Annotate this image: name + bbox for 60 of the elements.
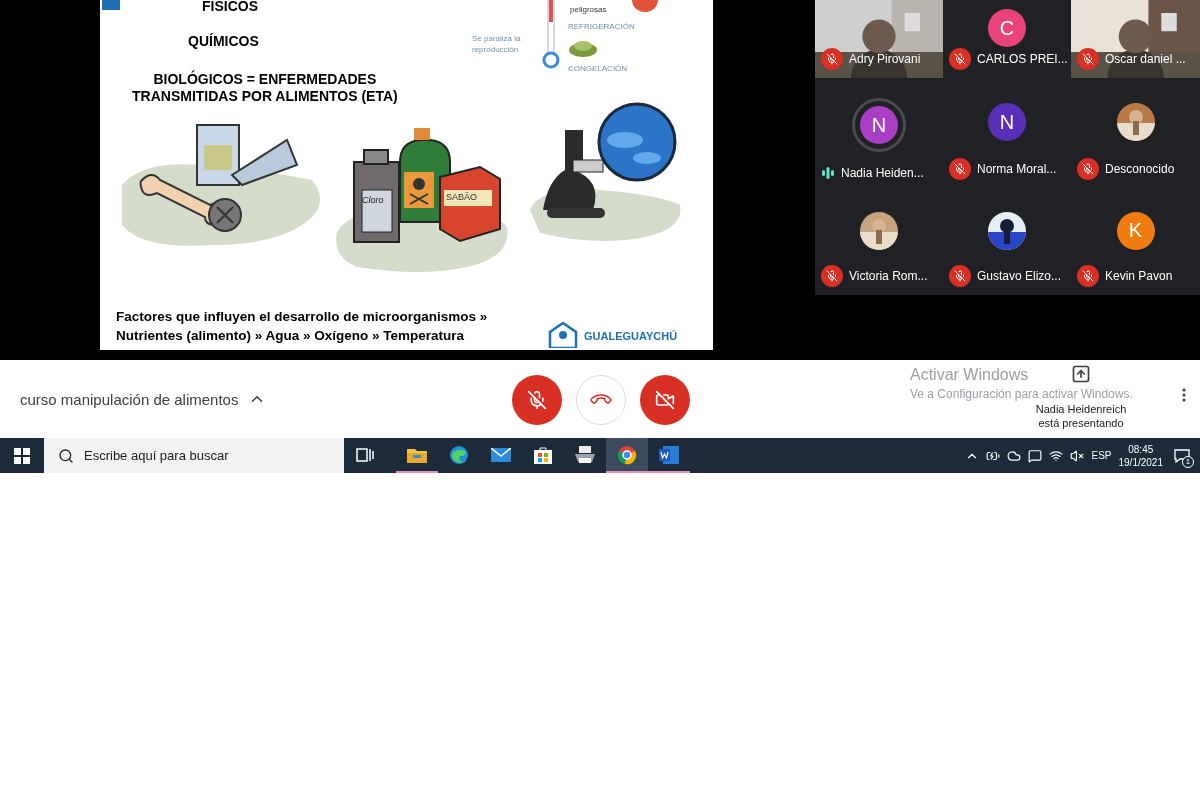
avatar: N bbox=[988, 103, 1026, 141]
mail-icon bbox=[491, 447, 511, 462]
participant-name: Victoria Rom... bbox=[849, 269, 928, 283]
hang-up-button[interactable] bbox=[576, 375, 626, 425]
slide-heading: BIOLÓGICOS = ENFERMEDADES TRANSMITIDAS POR ALIMENTOS (ETA) bbox=[132, 71, 398, 105]
mic-off-icon bbox=[527, 390, 547, 410]
camera-off-button[interactable] bbox=[640, 375, 690, 425]
participant-name: Nadia Heiden... bbox=[841, 166, 924, 180]
bottle-label: Cloro bbox=[362, 195, 384, 206]
camera-off-icon bbox=[655, 390, 675, 410]
printer-icon bbox=[575, 445, 595, 464]
clock[interactable]: 08:45 19/1/2021 bbox=[1118, 442, 1163, 469]
presenting-note: Nadia Heidenreich está presentando bbox=[1035, 402, 1127, 430]
box-label: SABÃO bbox=[446, 192, 477, 203]
message-icon bbox=[1174, 448, 1190, 463]
search-field[interactable]: Escribe aquí para buscar bbox=[44, 438, 344, 473]
search-icon bbox=[58, 448, 74, 464]
avatar: K bbox=[1116, 211, 1155, 250]
windows-logo-icon bbox=[14, 447, 30, 464]
avatar: N bbox=[860, 106, 898, 144]
task-view-icon bbox=[356, 446, 374, 463]
cloud-icon[interactable] bbox=[1007, 448, 1022, 463]
participant-name: CARLOS PREI... bbox=[977, 52, 1068, 66]
taskbar-app-button[interactable] bbox=[606, 438, 648, 473]
activation-title: Activar Windows bbox=[910, 366, 1029, 384]
language-indicator[interactable]: ESP bbox=[1091, 450, 1112, 461]
audio-level-icon bbox=[821, 166, 835, 180]
slide-heading: FISICOS bbox=[202, 0, 258, 15]
mic-off-button[interactable] bbox=[512, 375, 562, 425]
slide-footer-text: Factores que influyen el desarrollo de microorganismos » Nutrientes (alimento) » Agua » Oxígeno » Temperatura bbox=[116, 308, 488, 345]
present-icon[interactable] bbox=[1071, 364, 1091, 384]
frozen-food-icon bbox=[568, 38, 598, 58]
participant-name: Oscar daniel ... bbox=[1105, 52, 1186, 66]
more-options-button[interactable] bbox=[1182, 388, 1186, 402]
activation-subtitle: Ve a Configuración para activar Windows. bbox=[910, 387, 1133, 401]
participant-name: Adry Pirovani bbox=[849, 52, 921, 66]
chrome-icon bbox=[617, 444, 637, 465]
participant-name: Kevin Pavon bbox=[1105, 269, 1173, 283]
folder-icon bbox=[407, 446, 427, 463]
shopping-bag-icon bbox=[534, 445, 552, 464]
city-logo-text: GUALEGUAYCHÚ bbox=[584, 330, 678, 342]
slide-heading: QUÍMICOS bbox=[188, 33, 259, 50]
wifi-icon[interactable] bbox=[1049, 448, 1064, 463]
document-app-icon bbox=[659, 445, 679, 464]
message-icon[interactable] bbox=[1028, 448, 1043, 463]
avatar: C bbox=[988, 9, 1026, 47]
participant-name: Desconocido bbox=[1105, 162, 1175, 176]
notifications-button[interactable]: 1 bbox=[1170, 443, 1194, 468]
refrigeration-label: REFRIGERACIÓN bbox=[568, 21, 635, 32]
browser-icon bbox=[449, 444, 469, 465]
meeting-title: curso manipulación de alimentos bbox=[20, 390, 239, 408]
participant-name: Gustavo Elizo... bbox=[977, 269, 1062, 283]
corner-mark-icon bbox=[102, 0, 120, 10]
more-icon bbox=[1182, 388, 1186, 402]
freezing-label: CONGELACIÓN bbox=[568, 63, 628, 74]
volume-muted-icon[interactable] bbox=[1070, 448, 1085, 463]
danger-label: peligrosas bbox=[570, 4, 607, 15]
reproduction-note: Se paraliza la reproducción bbox=[472, 33, 521, 55]
participant-name: Norma Moral... bbox=[977, 162, 1057, 176]
city-logo-icon bbox=[548, 322, 578, 348]
